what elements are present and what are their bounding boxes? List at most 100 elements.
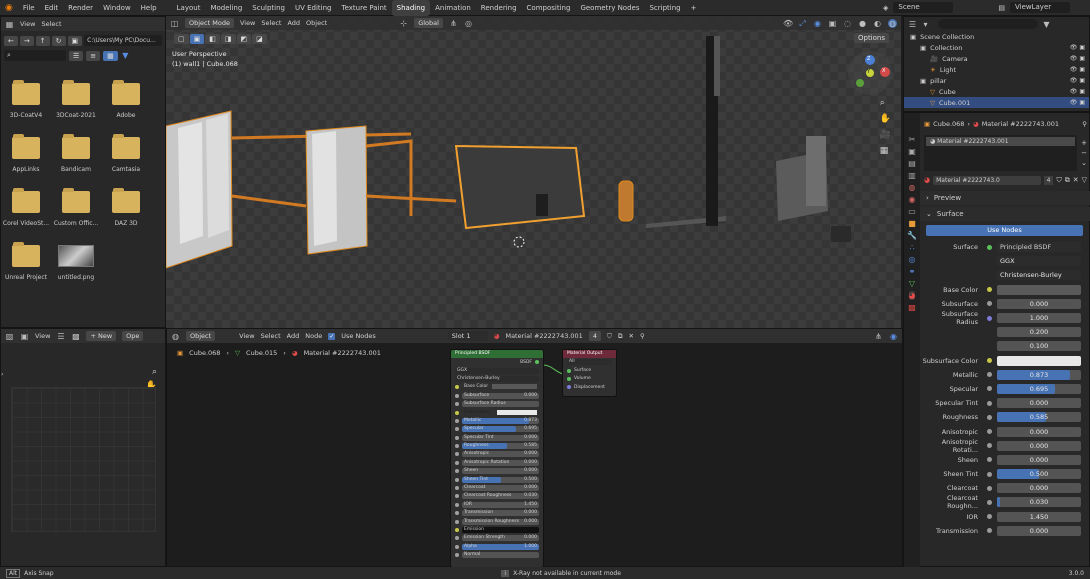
menu-edit[interactable]: Edit [40, 0, 64, 16]
constraints-tab-icon[interactable]: ⚭ [909, 267, 916, 276]
perspective-grid-icon[interactable]: ▦ [880, 146, 891, 156]
editor-mode-icon[interactable]: ▣ [20, 332, 29, 341]
input-field[interactable]: 0.200 [997, 327, 1081, 338]
bsdf-node-input[interactable]: Metallic 0.873 [451, 417, 543, 425]
bsdf-node-input[interactable]: Subsurface Radius [451, 400, 543, 408]
xray-icon[interactable]: ▣ [828, 19, 837, 28]
sort-icon[interactable]: ≡ [86, 50, 101, 61]
vp-menu-object[interactable]: Object [306, 19, 327, 27]
bsdf-node-input[interactable]: Roughness 0.585 [451, 442, 543, 450]
workspace-tab-texture-paint[interactable]: Texture Paint [337, 0, 392, 16]
fb-select-menu[interactable]: Select [41, 20, 61, 28]
orientation-dropdown[interactable]: Global [414, 18, 443, 28]
file-item[interactable]: DAZ 3D [101, 188, 151, 227]
options-dropdown[interactable]: Options [853, 33, 889, 43]
outliner-item[interactable]: ▽ Cube.001 👁 ▣ [904, 97, 1089, 108]
bsdf-node-input[interactable]: Anisotropic 0.000 [451, 450, 543, 458]
ie-menu-icon[interactable]: ☰ [56, 332, 65, 341]
physics-tab-icon[interactable]: ◎ [909, 255, 916, 264]
image-editor-type-icon[interactable]: ▨ [5, 332, 14, 341]
input-field[interactable]: 0.000 [997, 398, 1081, 409]
visibility-eye-icon[interactable]: 👁 ▣ [1070, 44, 1085, 51]
bsdf-sss-dropdown[interactable]: Christensen-Burley [455, 375, 539, 382]
parent-dir-icon[interactable]: ↑ [35, 35, 50, 46]
vp-menu-select[interactable]: Select [261, 19, 281, 27]
vp-menu-add[interactable]: Add [287, 19, 300, 27]
input-field[interactable]: 1.450 [997, 511, 1081, 522]
add-slot-icon[interactable]: + [1081, 139, 1087, 147]
open-image-button[interactable]: Ope [122, 331, 144, 341]
collection-tab-icon[interactable]: ▭ [908, 207, 916, 216]
bsdf-node-input[interactable]: Transmission Roughness 0.000 [451, 517, 543, 525]
file-item[interactable]: Bandicam [51, 134, 101, 173]
visibility-eye-icon[interactable]: 👁 ▣ [1070, 88, 1085, 95]
path-field[interactable]: C:\Users\My PC\Docu... [84, 35, 162, 46]
menu-render[interactable]: Render [63, 0, 98, 16]
pin-icon[interactable]: ⚲ [1082, 120, 1087, 128]
vp-menu-view[interactable]: View [240, 19, 255, 27]
proportional-edit-icon[interactable]: ◎ [464, 19, 473, 28]
outliner-item[interactable]: 🎥 Camera 👁 ▣ [904, 53, 1089, 64]
overlay-icon[interactable]: ◉ [813, 19, 822, 28]
outliner-item[interactable]: ▣ pillar 👁 ▣ [904, 75, 1089, 86]
workspace-tab-layout[interactable]: Layout [172, 0, 206, 16]
properties-filter-icon[interactable]: ▽ [1082, 176, 1087, 184]
browse-material-icon[interactable]: ◕ [924, 176, 930, 184]
input-field[interactable]: 0.000 [997, 440, 1081, 451]
bsdf-node-input[interactable]: IOR 1.450 [451, 501, 543, 509]
editor-type-icon[interactable]: ▦ [5, 20, 14, 29]
bsdf-node-input[interactable]: Subsurface Co... [451, 408, 543, 421]
object-tab-icon[interactable]: ■ [908, 219, 916, 228]
thumbnail-mode-icon[interactable]: ▦ [103, 50, 118, 61]
workspace-tab-modeling[interactable]: Modeling [205, 0, 247, 16]
workspace-tab-animation[interactable]: Animation [430, 0, 476, 16]
bsdf-node-input[interactable]: Clearcoat 0.000 [451, 484, 543, 492]
visibility-eye-icon[interactable]: 👁 ▣ [1070, 77, 1085, 84]
forward-icon[interactable]: → [19, 35, 34, 46]
input-field[interactable]: 0.585 [997, 412, 1081, 423]
ie-zoom-icon[interactable]: ⌕ [152, 367, 157, 377]
file-item[interactable]: Camtasia [101, 134, 151, 173]
select-intersect-icon[interactable]: ◪ [252, 34, 267, 44]
particles-tab-icon[interactable]: ∴ [909, 243, 914, 252]
material-slot-item[interactable]: ◕ Material #2222743.001 [926, 137, 1076, 146]
input-field[interactable]: 0.500 [997, 469, 1081, 480]
input-field[interactable]: 1.000 [997, 313, 1081, 324]
data-tab-icon[interactable]: ▽ [909, 279, 915, 288]
filter-icon[interactable]: ▼ [121, 51, 130, 60]
shading-rendered-icon[interactable]: ◍ [888, 18, 897, 28]
fb-search-input[interactable]: ⌕ [4, 50, 66, 61]
new-image-button[interactable]: + New [86, 331, 117, 341]
outliner-item[interactable]: ▽ Cube 👁 ▣ [904, 86, 1089, 97]
back-icon[interactable]: ← [4, 35, 18, 46]
snap-icon[interactable]: ⋔ [449, 19, 458, 28]
bsdf-node-input[interactable]: Clearcoat Roughness 0.030 [451, 492, 543, 500]
workspace-tab-geometry-nodes[interactable]: Geometry Nodes [575, 0, 644, 16]
file-item[interactable]: 3D-CoatV4 [1, 80, 51, 119]
navigation-gizmo[interactable]: Z X Y [847, 50, 893, 96]
subsurface-method-dropdown[interactable]: Christensen-Burley [997, 270, 1081, 281]
scene-selector[interactable]: Scene [893, 2, 954, 13]
outliner-item[interactable]: ▣ Scene Collection [904, 31, 1089, 42]
remove-slot-icon[interactable]: − [1081, 149, 1087, 157]
camera-view-icon[interactable]: 🎥 [880, 130, 891, 140]
unlink-material-icon[interactable]: ✕ [1073, 176, 1079, 184]
view-layer-tab-icon[interactable]: ▥ [908, 171, 916, 180]
image-browse-icon[interactable]: ▩ [71, 332, 80, 341]
scene-tab-icon[interactable]: ◍ [909, 183, 916, 192]
texture-tab-icon[interactable]: ▩ [908, 303, 916, 312]
fake-user-icon[interactable]: ⛉ [1056, 176, 1061, 185]
menu-file[interactable]: File [18, 0, 40, 16]
toolbar-toggle-icon[interactable]: › [1, 371, 3, 378]
select-subtract-icon[interactable]: ◨ [220, 34, 236, 44]
tool-tab-icon[interactable]: ✂ [909, 135, 916, 144]
bsdf-node-input[interactable]: Anisotropic Rotation 0.000 [451, 459, 543, 467]
duplicate-material-icon[interactable]: ⧉ [1065, 176, 1070, 185]
file-item[interactable]: AppLinks [1, 134, 51, 173]
file-item[interactable]: 3DCoat-2021 [51, 80, 101, 119]
outliner-item[interactable]: ▣ Collection 👁 ▣ [904, 42, 1089, 53]
slot-menu-icon[interactable]: ⌄ [1081, 159, 1087, 167]
visibility-icon[interactable]: 👁 [783, 19, 793, 28]
new-folder-icon[interactable]: ▣ [67, 35, 83, 46]
visibility-eye-icon[interactable]: 👁 ▣ [1070, 55, 1085, 62]
